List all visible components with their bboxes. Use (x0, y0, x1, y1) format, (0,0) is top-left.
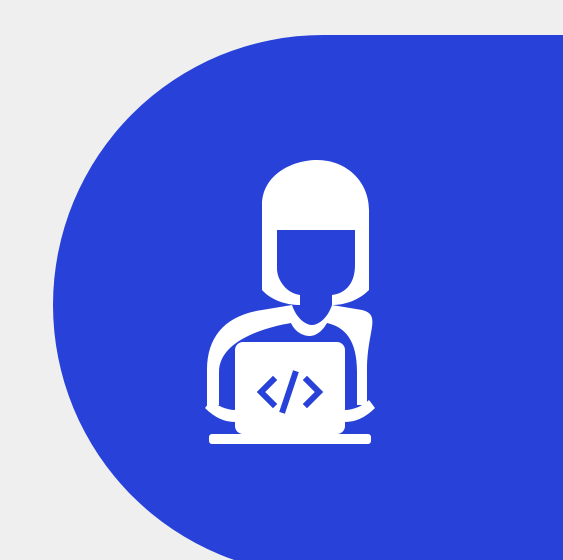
illustration-canvas (0, 0, 563, 560)
laptop-base-icon-part (209, 434, 371, 444)
face-icon-part (277, 232, 347, 296)
developer-laptop-icon (205, 160, 375, 444)
